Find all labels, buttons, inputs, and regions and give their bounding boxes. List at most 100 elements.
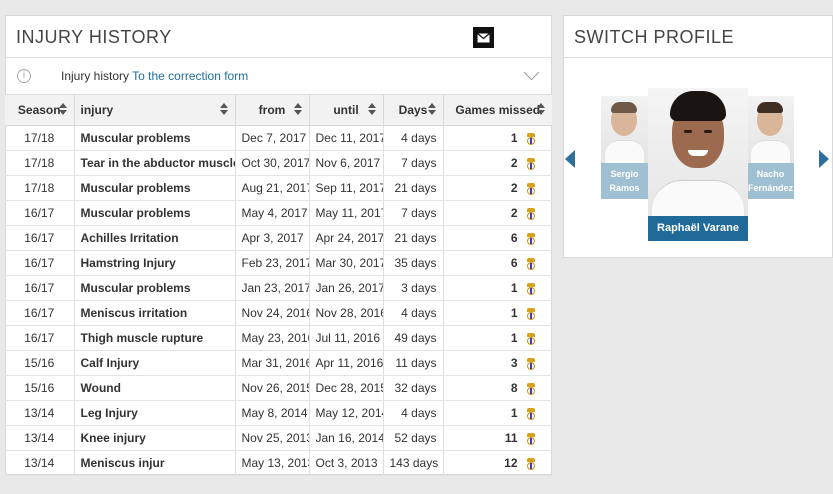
games-missed-value: 1 bbox=[510, 306, 518, 320]
header-season[interactable]: Season bbox=[5, 95, 75, 126]
club-crest-icon[interactable] bbox=[526, 307, 536, 320]
days-cell: 21 days bbox=[383, 175, 444, 201]
from-date-cell: Jan 23, 2017 bbox=[235, 275, 310, 301]
games-missed-cell: 1 bbox=[443, 300, 552, 326]
season-cell: 16/17 bbox=[5, 225, 75, 251]
club-crest-icon[interactable] bbox=[526, 282, 536, 295]
club-crest-icon[interactable] bbox=[526, 432, 536, 445]
from-date-cell: Apr 3, 2017 bbox=[235, 225, 310, 251]
panel-title: INJURY HISTORY bbox=[16, 27, 172, 47]
club-crest-icon[interactable] bbox=[526, 132, 536, 145]
panel-title: SWITCH PROFILE bbox=[574, 27, 735, 47]
until-date-cell: May 11, 2017 bbox=[309, 200, 384, 226]
until-date-cell: Apr 24, 2017 bbox=[309, 225, 384, 251]
from-date-cell: Aug 21, 2017 bbox=[235, 175, 310, 201]
table-row: 16/17 Achilles Irritation Apr 3, 2017 Apr 2… bbox=[5, 225, 552, 251]
club-crest-icon[interactable] bbox=[526, 407, 536, 420]
until-date-cell: Apr 11, 2016 bbox=[309, 350, 384, 376]
games-missed-value: 12 bbox=[504, 456, 518, 470]
games-missed-value: 8 bbox=[510, 381, 518, 395]
player-name-line2: Ramos bbox=[609, 183, 640, 193]
arrow-left-icon[interactable] bbox=[565, 150, 575, 168]
club-crest-icon[interactable] bbox=[526, 382, 536, 395]
injury-cell: Calf Injury bbox=[74, 350, 236, 376]
club-crest-icon[interactable] bbox=[526, 257, 536, 270]
season-cell: 15/16 bbox=[5, 375, 75, 401]
info-icon: i bbox=[17, 69, 31, 83]
correction-form-link[interactable]: To the correction form bbox=[132, 69, 248, 83]
club-crest-icon[interactable] bbox=[526, 457, 536, 470]
games-missed-value: 1 bbox=[510, 406, 518, 420]
table-row: 13/14 Leg Injury May 8, 2014 May 12, 2014 4 … bbox=[5, 400, 552, 426]
header-games-label: Games missed bbox=[455, 103, 541, 117]
days-cell: 11 days bbox=[383, 350, 444, 376]
club-crest-icon[interactable] bbox=[526, 182, 536, 195]
games-missed-cell: 2 bbox=[443, 175, 552, 201]
days-cell: 4 days bbox=[383, 125, 444, 151]
season-cell: 17/18 bbox=[5, 150, 75, 176]
until-date-cell: May 12, 2014 bbox=[309, 400, 384, 426]
table-row: 16/17 Hamstring Injury Feb 23, 2017 Mar 30,… bbox=[5, 250, 552, 276]
header-until-label: until bbox=[333, 103, 359, 117]
header-from-label: from bbox=[258, 103, 286, 117]
player-card-sergio-ramos[interactable]: Sergio Ramos bbox=[601, 96, 648, 199]
switch-profile-header: SWITCH PROFILE bbox=[564, 16, 832, 58]
season-cell: 13/14 bbox=[5, 450, 75, 476]
club-crest-icon[interactable] bbox=[526, 232, 536, 245]
from-date-cell: May 13, 2013 bbox=[235, 450, 310, 476]
header-from[interactable]: from bbox=[235, 95, 310, 126]
arrow-right-icon[interactable] bbox=[819, 150, 829, 168]
table-row: 15/16 Calf Injury Mar 31, 2016 Apr 11, 2016… bbox=[5, 350, 552, 376]
until-date-cell: Nov 28, 2016 bbox=[309, 300, 384, 326]
header-injury-label: injury bbox=[80, 103, 114, 117]
season-cell: 16/17 bbox=[5, 250, 75, 276]
until-date-cell: Jul 11, 2016 bbox=[309, 325, 384, 351]
profile-carousel: Sergio Ramos Nacho Fernández Raphaël Varan… bbox=[564, 57, 832, 257]
games-missed-cell: 6 bbox=[443, 250, 552, 276]
header-games-missed[interactable]: Games missed bbox=[443, 95, 552, 126]
days-cell: 7 days bbox=[383, 200, 444, 226]
injury-cell: Achilles Irritation bbox=[74, 225, 236, 251]
club-crest-icon[interactable] bbox=[526, 332, 536, 345]
chevron-down-icon[interactable] bbox=[523, 64, 540, 81]
player-photo bbox=[648, 88, 748, 216]
until-date-cell: Sep 11, 2017 bbox=[309, 175, 384, 201]
player-card-raphael-varane[interactable]: Raphaël Varane bbox=[648, 88, 748, 241]
games-missed-cell: 1 bbox=[443, 275, 552, 301]
player-name: Nacho Fernández bbox=[747, 163, 794, 199]
info-bar[interactable]: i Injury history To the correction form bbox=[6, 58, 551, 95]
club-crest-icon[interactable] bbox=[526, 207, 536, 220]
days-cell: 4 days bbox=[383, 400, 444, 426]
games-missed-value: 1 bbox=[510, 331, 518, 345]
season-cell: 16/17 bbox=[5, 325, 75, 351]
header-until[interactable]: until bbox=[309, 95, 384, 126]
player-photo bbox=[601, 96, 648, 164]
header-injury[interactable]: injury bbox=[74, 95, 236, 126]
days-cell: 32 days bbox=[383, 375, 444, 401]
table-row: 17/18 Muscular problems Aug 21, 2017 Sep 11… bbox=[5, 175, 552, 201]
injury-cell: Knee injury bbox=[74, 425, 236, 451]
injury-history-header: INJURY HISTORY bbox=[6, 16, 551, 58]
from-date-cell: Nov 25, 2013 bbox=[235, 425, 310, 451]
from-date-cell: May 8, 2014 bbox=[235, 400, 310, 426]
season-cell: 16/17 bbox=[5, 275, 75, 301]
sort-icon bbox=[58, 103, 68, 115]
until-date-cell: Mar 30, 2017 bbox=[309, 250, 384, 276]
player-name-line2: Fernández bbox=[747, 183, 793, 193]
games-missed-value: 6 bbox=[510, 256, 518, 270]
from-date-cell: Nov 24, 2016 bbox=[235, 300, 310, 326]
until-date-cell: Jan 26, 2017 bbox=[309, 275, 384, 301]
envelope-icon[interactable] bbox=[473, 27, 494, 48]
until-date-cell: Dec 28, 2015 bbox=[309, 375, 384, 401]
player-name: Sergio Ramos bbox=[601, 163, 648, 199]
from-date-cell: Feb 23, 2017 bbox=[235, 250, 310, 276]
switch-profile-panel: SWITCH PROFILE Sergio Ramos Nacho Fernánde… bbox=[563, 15, 833, 258]
header-season-label: Season bbox=[17, 103, 61, 117]
player-card-nacho-fernandez[interactable]: Nacho Fernández bbox=[747, 96, 794, 199]
season-cell: 16/17 bbox=[5, 300, 75, 326]
club-crest-icon[interactable] bbox=[526, 357, 536, 370]
games-missed-cell: 2 bbox=[443, 200, 552, 226]
header-days[interactable]: Days bbox=[383, 95, 444, 126]
club-crest-icon[interactable] bbox=[526, 157, 536, 170]
games-missed-cell: 12 bbox=[443, 450, 552, 476]
